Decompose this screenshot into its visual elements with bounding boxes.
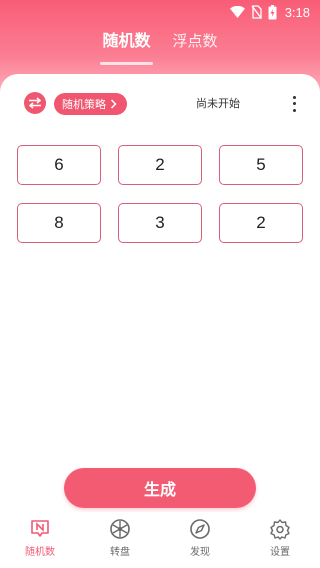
nav-label: 设置	[270, 547, 290, 558]
status-icons: 3:18	[229, 3, 310, 21]
nav-item-random[interactable]: 随机数	[0, 512, 80, 568]
number-cell[interactable]: 2	[118, 145, 202, 185]
battery-charging-icon	[268, 4, 277, 19]
wheel-icon	[110, 519, 130, 539]
nav-item-wheel[interactable]: 转盘	[80, 512, 160, 568]
tab-indicator	[100, 62, 153, 65]
number-grid: 6 2 5 8 3 2	[17, 145, 303, 243]
top-tabs: 随机数 浮点数	[0, 28, 320, 65]
compass-icon	[190, 519, 210, 539]
swap-button[interactable]	[24, 92, 46, 114]
more-icon-dot	[292, 95, 296, 99]
generate-button[interactable]: 生成	[64, 468, 256, 508]
no-sim-icon	[251, 5, 262, 19]
strategy-button[interactable]: 随机策略	[54, 93, 127, 115]
more-icon-dot	[292, 102, 296, 106]
nav-item-settings[interactable]: 设置	[240, 512, 320, 568]
run-status: 尚未开始	[196, 97, 240, 110]
wifi-icon	[229, 6, 245, 18]
strategy-label: 随机策略	[62, 98, 106, 111]
swap-arrows-icon	[28, 97, 42, 109]
nav-label: 转盘	[110, 547, 130, 558]
gear-icon	[270, 519, 290, 540]
tab-label: 浮点数	[172, 32, 218, 50]
nav-item-discover[interactable]: 发现	[160, 512, 240, 568]
more-options-button[interactable]	[289, 94, 299, 114]
tab-label: 随机数	[102, 31, 151, 50]
number-cell[interactable]: 2	[219, 203, 303, 243]
number-cell[interactable]: 6	[17, 145, 101, 185]
bottom-nav: 随机数 转盘 发现 设置	[0, 512, 320, 568]
nav-label: 发现	[190, 547, 210, 558]
chevron-right-icon	[110, 99, 117, 109]
status-time: 3:18	[284, 4, 310, 20]
number-cell[interactable]: 5	[219, 145, 303, 185]
number-cell[interactable]: 3	[118, 203, 202, 243]
control-row: 随机策略 尚未开始	[0, 92, 320, 116]
more-icon-dot	[292, 109, 296, 113]
tab-random-integer[interactable]: 随机数	[100, 28, 153, 65]
random-n-icon	[31, 520, 49, 537]
status-bar: 3:18	[0, 0, 320, 24]
nav-label: 随机数	[25, 547, 55, 558]
tab-float[interactable]: 浮点数	[173, 28, 218, 62]
number-cell[interactable]: 8	[17, 203, 101, 243]
